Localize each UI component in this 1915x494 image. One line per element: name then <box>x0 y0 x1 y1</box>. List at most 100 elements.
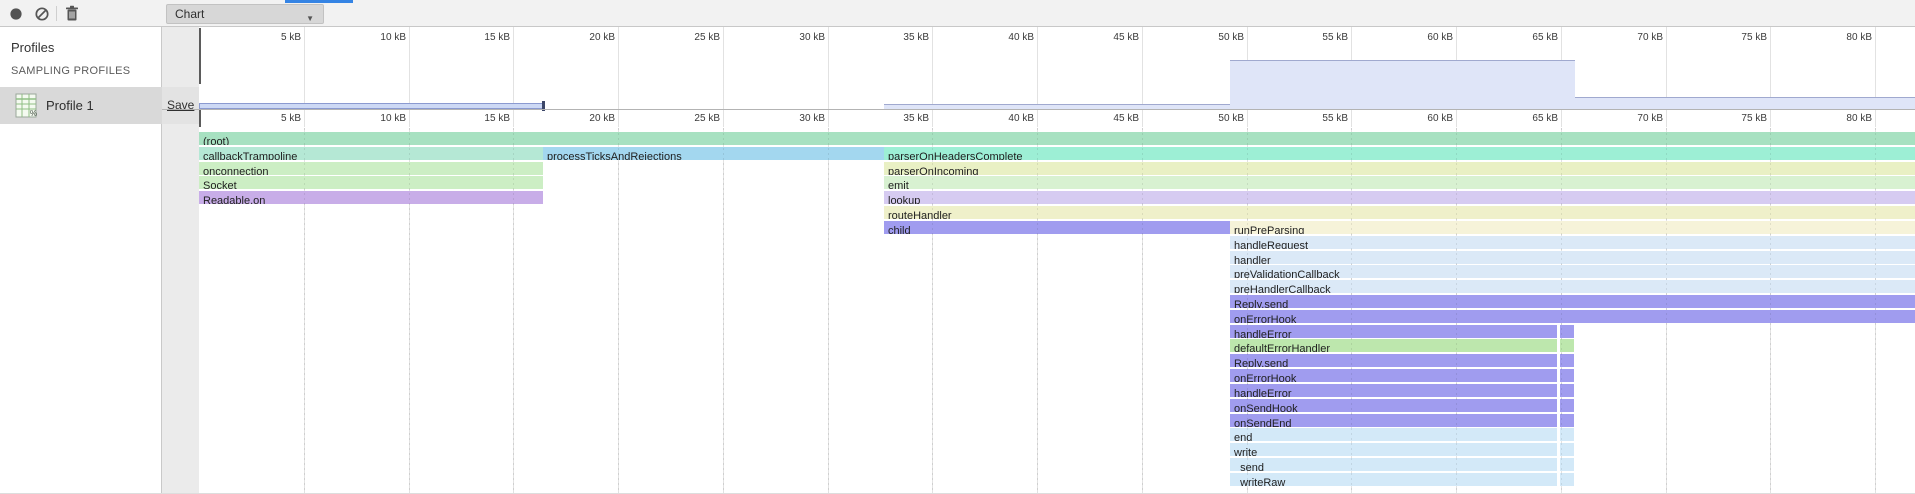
overview-usage-segment <box>1575 97 1915 109</box>
overview-tick-label: 80 kB <box>1815 31 1872 44</box>
flame-bar[interactable]: lookup <box>884 191 1915 204</box>
record-button[interactable] <box>4 2 28 25</box>
ruler-gridline <box>828 110 829 127</box>
overview-tick-label: 55 kB <box>1291 31 1348 44</box>
ruler-tick-label: 70 kB <box>1606 112 1663 125</box>
trash-icon <box>64 5 80 22</box>
flame-bar[interactable]: write_ <box>1230 443 1557 456</box>
ruler-gridline <box>1351 110 1352 127</box>
flame-bar[interactable]: emit <box>884 176 1915 189</box>
ruler-gridline <box>1770 110 1771 127</box>
flame-bar[interactable]: _send <box>1230 458 1557 471</box>
flame-bar-label: parserOnHeadersComplete <box>884 151 1023 160</box>
ruler-tick-label: 10 kB <box>349 112 406 125</box>
flame-bar[interactable]: defaultErrorHandler <box>1230 339 1557 352</box>
block-icon <box>34 6 50 22</box>
flame-bar[interactable]: onErrorHook <box>1230 369 1557 382</box>
flame-bar[interactable]: parserOnHeadersComplete <box>884 147 1915 160</box>
flame-bar[interactable] <box>1560 428 1574 441</box>
flame-gridline-overlay <box>723 128 724 493</box>
flame-bar-label: onSendHook <box>1230 403 1298 412</box>
flame-bar-label: emit <box>884 180 909 189</box>
flame-bar-label: handleError <box>1230 388 1291 397</box>
flame-bar[interactable]: onSendEnd <box>1230 414 1557 427</box>
flame-bar[interactable] <box>1560 384 1574 397</box>
flame-bar-label: Socket <box>199 180 237 189</box>
flame-bar-label: onErrorHook <box>1230 314 1296 323</box>
flame-bar[interactable]: onErrorHook <box>1230 310 1915 323</box>
overview-gridline <box>723 27 724 109</box>
profiles-sidebar: Profiles SAMPLING PROFILES % Profile 1 <box>0 27 162 493</box>
view-mode-value: Chart <box>175 7 204 21</box>
flame-bar[interactable] <box>1560 473 1574 486</box>
flame-bar[interactable]: onSendHook <box>1230 399 1557 412</box>
flame-bar[interactable]: handler <box>1230 251 1915 264</box>
overview-tick-label: 35 kB <box>872 31 929 44</box>
flame-bar[interactable]: runPreParsing <box>1230 221 1915 234</box>
ruler-gridline <box>1456 110 1457 127</box>
flame-bar[interactable]: end <box>1230 428 1557 441</box>
flame-bar-label: end <box>1230 432 1252 441</box>
flame-bar[interactable]: processTicksAndRejections <box>543 147 884 160</box>
profile-list-item[interactable]: % Profile 1 <box>0 87 162 124</box>
ruler-gridline <box>1142 110 1143 127</box>
svg-text:%: % <box>30 109 37 118</box>
ruler-gridline <box>1561 110 1562 127</box>
flame-bar[interactable]: handleError <box>1230 384 1557 397</box>
flame-bar[interactable]: Reply.send <box>1230 295 1915 308</box>
overview-gridline <box>932 27 933 109</box>
flame-bar[interactable]: preHandlerCallback <box>1230 280 1915 293</box>
flame-bar[interactable]: parserOnIncoming <box>884 162 1915 175</box>
overview-gridline <box>618 27 619 109</box>
flame-bar-label: _writeRaw <box>1230 477 1285 486</box>
flame-bar[interactable] <box>1560 399 1574 412</box>
flame-bar[interactable] <box>1560 354 1574 367</box>
chevron-down-icon: ▼ <box>306 10 314 28</box>
flame-bar[interactable] <box>1560 325 1574 338</box>
overview-gridline <box>1142 27 1143 109</box>
flame-gridline-overlay <box>1666 128 1667 493</box>
flame-bar[interactable] <box>1560 458 1574 471</box>
view-mode-select[interactable]: Chart ▼ <box>166 4 324 24</box>
flame-bar[interactable]: _writeRaw <box>1230 473 1557 486</box>
ruler-tick-label: 35 kB <box>872 112 929 125</box>
sampling-profiles-section-label: SAMPLING PROFILES <box>11 65 130 77</box>
overview-zero-tick <box>199 28 201 84</box>
flame-bar[interactable]: handleRequest <box>1230 236 1915 249</box>
profile-name: Profile 1 <box>46 98 94 113</box>
flame-bar[interactable]: (root) <box>199 132 1915 145</box>
flame-gridline-overlay <box>1142 128 1143 493</box>
flame-bar[interactable]: onconnection <box>199 162 543 175</box>
overview-tick-label: 20 kB <box>558 31 615 44</box>
flame-bar[interactable] <box>1560 339 1574 352</box>
profiler-panel: Chart ▼ Profiles SAMPLING PROFILES % Pro… <box>0 0 1915 494</box>
flame-gridline-overlay <box>1875 128 1876 493</box>
flame-bar[interactable]: preValidationCallback <box>1230 265 1915 278</box>
overview-tick-label: 10 kB <box>349 31 406 44</box>
flame-bar[interactable]: Readable.on <box>199 191 543 204</box>
flame-bar-label: onSendEnd <box>1230 418 1292 427</box>
ruler-tick-label: 80 kB <box>1815 112 1872 125</box>
flame-bar[interactable] <box>1560 369 1574 382</box>
ruler-gridline <box>304 110 305 127</box>
flame-bar[interactable] <box>1560 414 1574 427</box>
flame-gridline-overlay <box>1037 128 1038 493</box>
flame-bar[interactable]: callbackTrampoline <box>199 147 543 160</box>
flame-bar[interactable]: child <box>884 221 1230 234</box>
ruler-gridline <box>513 110 514 127</box>
flame-bar[interactable] <box>1560 443 1574 456</box>
delete-profile-button[interactable] <box>60 2 84 25</box>
clear-button[interactable] <box>30 2 54 25</box>
ruler-tick-label: 30 kB <box>768 112 825 125</box>
flame-bar[interactable]: routeHandler <box>884 206 1915 219</box>
overview-tick-label: 15 kB <box>453 31 510 44</box>
flame-gridline-overlay <box>1351 128 1352 493</box>
ruler-gridline <box>618 110 619 127</box>
flame-bar[interactable]: Reply.send <box>1230 354 1557 367</box>
ruler-gridline <box>1875 110 1876 127</box>
overview-tick-label: 60 kB <box>1396 31 1453 44</box>
flame-bar[interactable]: handleError <box>1230 325 1557 338</box>
flame-bar[interactable]: Socket <box>199 176 543 189</box>
ruler-gridline <box>1037 110 1038 127</box>
ruler-gridline <box>1247 110 1248 127</box>
